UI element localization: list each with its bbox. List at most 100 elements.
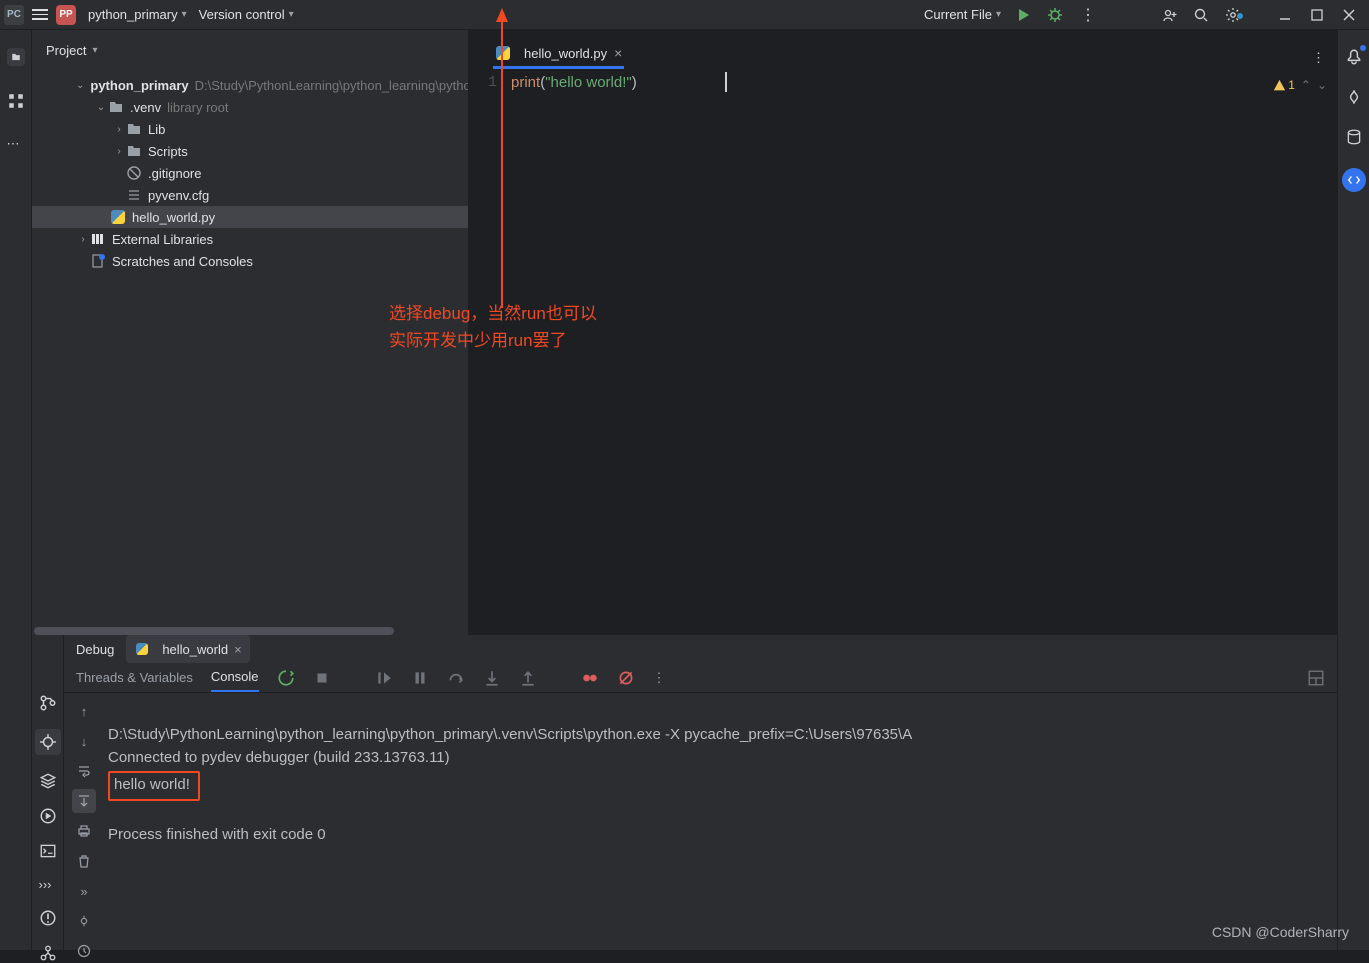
print-icon[interactable] [72, 819, 96, 843]
history-icon[interactable] [72, 939, 96, 963]
maximize-icon[interactable] [1305, 3, 1329, 27]
tree-scripts[interactable]: › Scripts [32, 140, 468, 162]
tree-lib[interactable]: › Lib [32, 118, 468, 140]
console-output[interactable]: D:\Study\PythonLearning\python_learning\… [104, 693, 1337, 963]
search-icon[interactable] [1189, 3, 1213, 27]
version-control-label: Version control [199, 7, 285, 22]
project-badge: PP [56, 5, 76, 25]
vcs-tool-icon[interactable] [39, 944, 57, 962]
scroll-to-end-icon[interactable] [72, 789, 96, 813]
new-console-icon[interactable]: » [72, 879, 96, 903]
close-icon[interactable] [1337, 3, 1361, 27]
scroll-down-icon[interactable]: ↓ [72, 729, 96, 753]
terminal-tool-icon[interactable] [39, 842, 57, 860]
layout-settings-icon[interactable] [1307, 669, 1325, 687]
code-with-me-icon[interactable] [1157, 3, 1181, 27]
settings-icon[interactable] [1221, 3, 1245, 27]
debug-button[interactable] [1043, 3, 1067, 27]
codewithme-icon[interactable] [1342, 168, 1366, 192]
expand-icon[interactable]: › [112, 146, 126, 157]
pause-icon[interactable] [411, 669, 429, 687]
stop-icon[interactable] [313, 669, 331, 687]
warning-badge[interactable]: 1 [1273, 78, 1295, 92]
prev-highlight-icon[interactable]: ⌃ [1301, 78, 1311, 92]
close-session-icon[interactable]: × [234, 642, 242, 657]
tree-hello-world[interactable]: hello_world.py [32, 206, 468, 228]
editor-more-icon[interactable]: ⋮ [1312, 50, 1325, 66]
version-control-menu[interactable]: Version control ▾ [193, 3, 300, 26]
tree-venv[interactable]: ⌄ .venv library root [32, 96, 468, 118]
debug-tool-icon[interactable] [35, 729, 61, 755]
run-tool-icon[interactable] [39, 807, 57, 825]
console-line: D:\Study\PythonLearning\python_learning\… [108, 726, 912, 743]
run-config-selector[interactable]: Current File ▾ [918, 3, 1007, 26]
scroll-up-icon[interactable]: ↑ [72, 699, 96, 723]
chevron-down-icon: ▾ [182, 9, 187, 20]
layers-tool-icon[interactable] [39, 772, 57, 790]
chevron-down-icon[interactable]: ▾ [92, 45, 97, 56]
horizontal-scrollbar[interactable] [34, 627, 394, 635]
more-tools-icon[interactable]: ⋯ [7, 136, 25, 154]
threads-tab[interactable]: Threads & Variables [76, 664, 193, 691]
warning-count: 1 [1288, 78, 1295, 92]
run-button[interactable] [1011, 3, 1035, 27]
resume-icon[interactable] [375, 669, 393, 687]
collapse-icon[interactable]: ⌄ [76, 80, 84, 91]
ai-assistant-icon[interactable] [1345, 88, 1363, 106]
project-tool-icon[interactable] [7, 48, 25, 66]
attach-debugger-icon[interactable] [72, 909, 96, 933]
console-tab[interactable]: Console [211, 663, 259, 692]
console-line: Connected to pydev debugger (build 233.1… [108, 749, 450, 766]
step-over-icon[interactable] [447, 669, 465, 687]
run-config-label: Current File [924, 7, 992, 22]
code-token-fn: print [511, 74, 540, 91]
mute-breakpoints-icon[interactable] [617, 669, 635, 687]
soft-wrap-icon[interactable] [72, 759, 96, 783]
notifications-icon[interactable] [1345, 48, 1363, 66]
project-selector[interactable]: python_primary ▾ [82, 3, 193, 26]
project-name-label: python_primary [88, 7, 178, 22]
tree-pyvenv[interactable]: pyvenv.cfg [32, 184, 468, 206]
database-icon[interactable] [1345, 128, 1363, 146]
step-out-icon[interactable] [519, 669, 537, 687]
code-token-paren: ) [632, 74, 637, 91]
tree-hello-label: hello_world.py [132, 210, 215, 225]
debug-more-icon[interactable]: ⋮ [653, 670, 666, 686]
structure-tool-icon[interactable] [7, 92, 25, 110]
tree-scratches[interactable]: Scratches and Consoles [32, 250, 468, 272]
expand-icon[interactable]: › [112, 124, 126, 135]
chevron-down-icon: ▾ [996, 9, 1001, 20]
python-file-icon [110, 209, 126, 225]
step-into-icon[interactable] [483, 669, 501, 687]
debug-session-tab[interactable]: hello_world × [126, 635, 249, 663]
clear-icon[interactable] [72, 849, 96, 873]
tree-gitignore[interactable]: .gitignore [32, 162, 468, 184]
debug-panel-title: Debug [76, 642, 114, 657]
editor-tab-label: hello_world.py [524, 46, 607, 61]
tree-gitignore-label: .gitignore [148, 166, 201, 181]
tree-venv-tag: library root [167, 100, 228, 115]
tree-pyvenv-label: pyvenv.cfg [148, 188, 209, 203]
tree-root-label: python_primary [90, 78, 188, 93]
more-actions-icon[interactable]: ⋮ [1075, 3, 1099, 27]
console-line: Process finished with exit code 0 [108, 826, 326, 843]
gitignore-icon [126, 165, 142, 181]
close-tab-icon[interactable]: × [614, 45, 622, 61]
git-tool-icon[interactable] [39, 694, 57, 712]
expand-icon[interactable]: › [76, 234, 90, 245]
tree-extlibs-label: External Libraries [112, 232, 213, 247]
minimize-icon[interactable] [1273, 3, 1297, 27]
code-line[interactable]: print("hello world!") [511, 70, 1337, 95]
annotation-line2: 实际开发中少用run罢了 [389, 327, 597, 354]
debug-session-label: hello_world [162, 642, 228, 657]
tree-root[interactable]: ⌄ python_primary D:\Study\PythonLearning… [32, 74, 468, 96]
problems-tool-icon[interactable] [39, 909, 57, 927]
view-breakpoints-icon[interactable] [581, 669, 599, 687]
tree-external-libs[interactable]: › External Libraries [32, 228, 468, 250]
more-bottom-icon[interactable]: ››› [39, 877, 57, 892]
annotation-text: 选择debug，当然run也可以 实际开发中少用run罢了 [389, 300, 597, 354]
next-highlight-icon[interactable]: ⌄ [1317, 78, 1327, 92]
collapse-icon[interactable]: ⌄ [94, 102, 108, 113]
rerun-icon[interactable] [277, 669, 295, 687]
main-menu-icon[interactable] [30, 5, 50, 25]
